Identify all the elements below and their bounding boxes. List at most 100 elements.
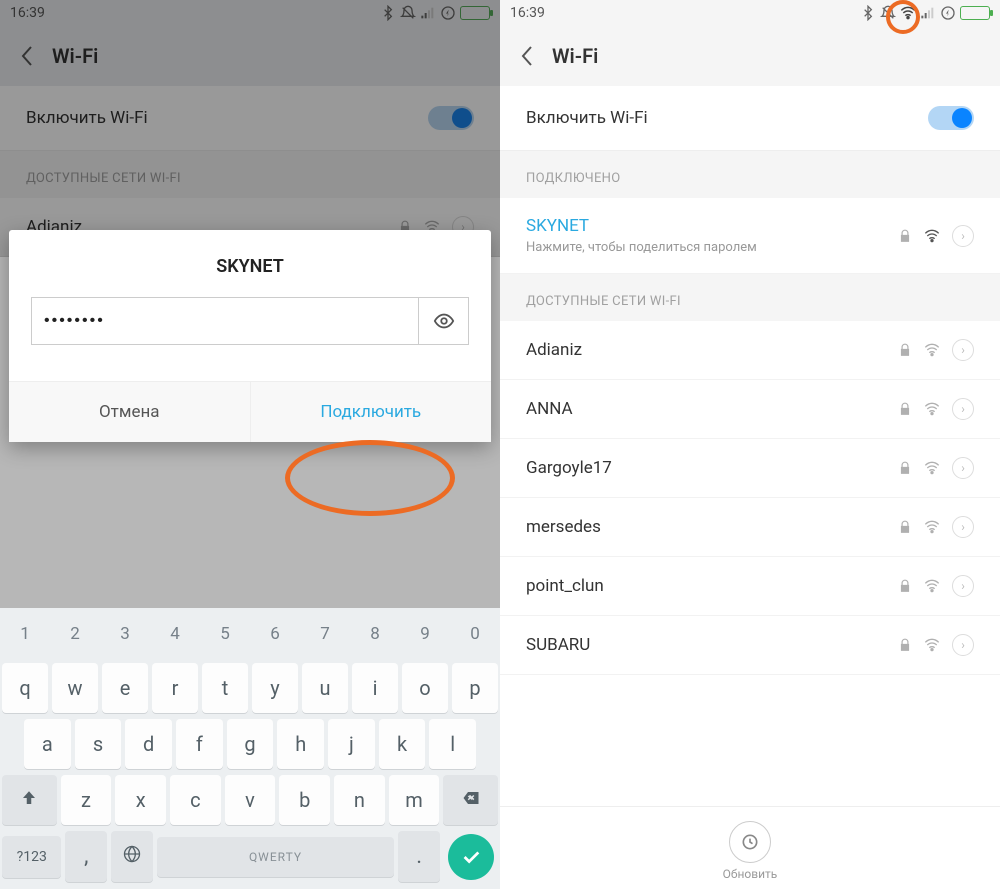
key-9[interactable]: 9 [402, 611, 448, 657]
connected-network-row[interactable]: SKYNET Нажмите, чтобы поделиться паролем… [500, 198, 1000, 274]
refresh-area: Обновить [500, 806, 1000, 889]
show-password-icon[interactable] [418, 298, 468, 344]
comma-key[interactable]: , [65, 831, 107, 882]
network-row[interactable]: Adianiz › [500, 321, 1000, 380]
wifi-icon [922, 342, 942, 358]
key-w[interactable]: w [52, 663, 98, 713]
wifi-toggle[interactable] [428, 106, 474, 130]
refresh-button[interactable] [729, 821, 771, 863]
lock-icon [898, 342, 912, 358]
charging-icon [440, 5, 456, 21]
lock-icon [898, 401, 912, 417]
key-m[interactable]: m [389, 775, 440, 825]
network-row[interactable]: mersedes › [500, 498, 1000, 557]
key-6[interactable]: 6 [252, 611, 298, 657]
key-d[interactable]: d [125, 719, 172, 769]
key-5[interactable]: 5 [202, 611, 248, 657]
back-icon[interactable] [520, 45, 534, 67]
network-name: point_clun [526, 576, 898, 596]
backspace-key[interactable] [443, 775, 498, 825]
battery-icon [460, 6, 490, 20]
chevron-icon[interactable]: › [952, 398, 974, 420]
key-g[interactable]: g [227, 719, 274, 769]
network-row[interactable]: point_clun › [500, 557, 1000, 616]
key-b[interactable]: b [279, 775, 330, 825]
status-icons [380, 5, 490, 21]
page-title: Wi-Fi [52, 44, 98, 68]
section-connected-title: ПОДКЛЮЧЕНО [500, 151, 1000, 198]
key-j[interactable]: j [328, 719, 375, 769]
key-y[interactable]: y [252, 663, 298, 713]
chevron-icon[interactable]: › [952, 339, 974, 361]
status-time: 16:39 [510, 5, 545, 21]
signal-icon [420, 5, 436, 21]
chevron-icon[interactable]: › [952, 516, 974, 538]
wifi-toggle-row[interactable]: Включить Wi-Fi [0, 86, 500, 151]
key-o[interactable]: o [402, 663, 448, 713]
chevron-icon[interactable]: › [952, 225, 974, 247]
chevron-icon[interactable]: › [952, 457, 974, 479]
wifi-status-icon [900, 5, 916, 21]
key-u[interactable]: u [302, 663, 348, 713]
shift-key[interactable] [2, 775, 57, 825]
chevron-icon[interactable]: › [952, 634, 974, 656]
enter-key[interactable] [448, 834, 494, 880]
key-4[interactable]: 4 [152, 611, 198, 657]
key-c[interactable]: c [170, 775, 221, 825]
key-e[interactable]: e [102, 663, 148, 713]
network-row[interactable]: Gargoyle17 › [500, 439, 1000, 498]
lock-icon [898, 519, 912, 535]
phone-password-dialog: 16:39 Wi-Fi Включить Wi-Fi ДОСТУПНЫЕ СЕТ… [0, 0, 500, 889]
key-7[interactable]: 7 [302, 611, 348, 657]
key-f[interactable]: f [176, 719, 223, 769]
key-x[interactable]: x [115, 775, 166, 825]
section-available-title: ДОСТУПНЫЕ СЕТИ WI-FI [500, 274, 1000, 321]
language-key[interactable] [111, 831, 153, 882]
key-v[interactable]: v [225, 775, 276, 825]
key-z[interactable]: z [61, 775, 112, 825]
key-l[interactable]: l [429, 719, 476, 769]
key-a[interactable]: a [24, 719, 71, 769]
key-q[interactable]: q [2, 663, 48, 713]
period-key[interactable]: . [398, 831, 440, 882]
key-i[interactable]: i [352, 663, 398, 713]
key-s[interactable]: s [75, 719, 122, 769]
network-name: Adianiz [526, 340, 898, 360]
lock-icon [898, 637, 912, 653]
page-header: Wi-Fi [0, 26, 500, 86]
virtual-keyboard: 1234567890 qwertyuiop asdfghjkl zxcvbnm … [0, 608, 500, 889]
chevron-icon[interactable]: › [952, 575, 974, 597]
space-key[interactable]: QWERTY [157, 837, 395, 877]
network-row[interactable]: ANNA › [500, 380, 1000, 439]
key-t[interactable]: t [202, 663, 248, 713]
back-icon[interactable] [20, 45, 34, 67]
key-n[interactable]: n [334, 775, 385, 825]
password-input[interactable] [32, 298, 418, 344]
key-k[interactable]: k [379, 719, 426, 769]
status-bar: 16:39 [500, 0, 1000, 26]
lock-icon [898, 460, 912, 476]
key-0[interactable]: 0 [452, 611, 498, 657]
page-header: Wi-Fi [500, 26, 1000, 86]
wifi-toggle[interactable] [928, 106, 974, 130]
network-row[interactable]: SUBARU › [500, 616, 1000, 675]
bluetooth-icon [860, 5, 876, 21]
wifi-icon [922, 460, 942, 476]
connect-button[interactable]: Подключить [250, 382, 492, 442]
key-h[interactable]: h [277, 719, 324, 769]
wifi-icon [922, 637, 942, 653]
wifi-toggle-row[interactable]: Включить Wi-Fi [500, 86, 1000, 151]
battery-icon [960, 6, 990, 20]
cancel-button[interactable]: Отмена [9, 382, 250, 442]
lock-icon [898, 228, 912, 244]
status-bar: 16:39 [0, 0, 500, 26]
network-name: SKYNET [526, 216, 898, 236]
key-2[interactable]: 2 [52, 611, 98, 657]
key-8[interactable]: 8 [352, 611, 398, 657]
key-r[interactable]: r [152, 663, 198, 713]
symbols-key[interactable]: ?123 [2, 836, 61, 878]
status-icons [860, 5, 990, 21]
key-p[interactable]: p [452, 663, 498, 713]
key-1[interactable]: 1 [2, 611, 48, 657]
key-3[interactable]: 3 [102, 611, 148, 657]
